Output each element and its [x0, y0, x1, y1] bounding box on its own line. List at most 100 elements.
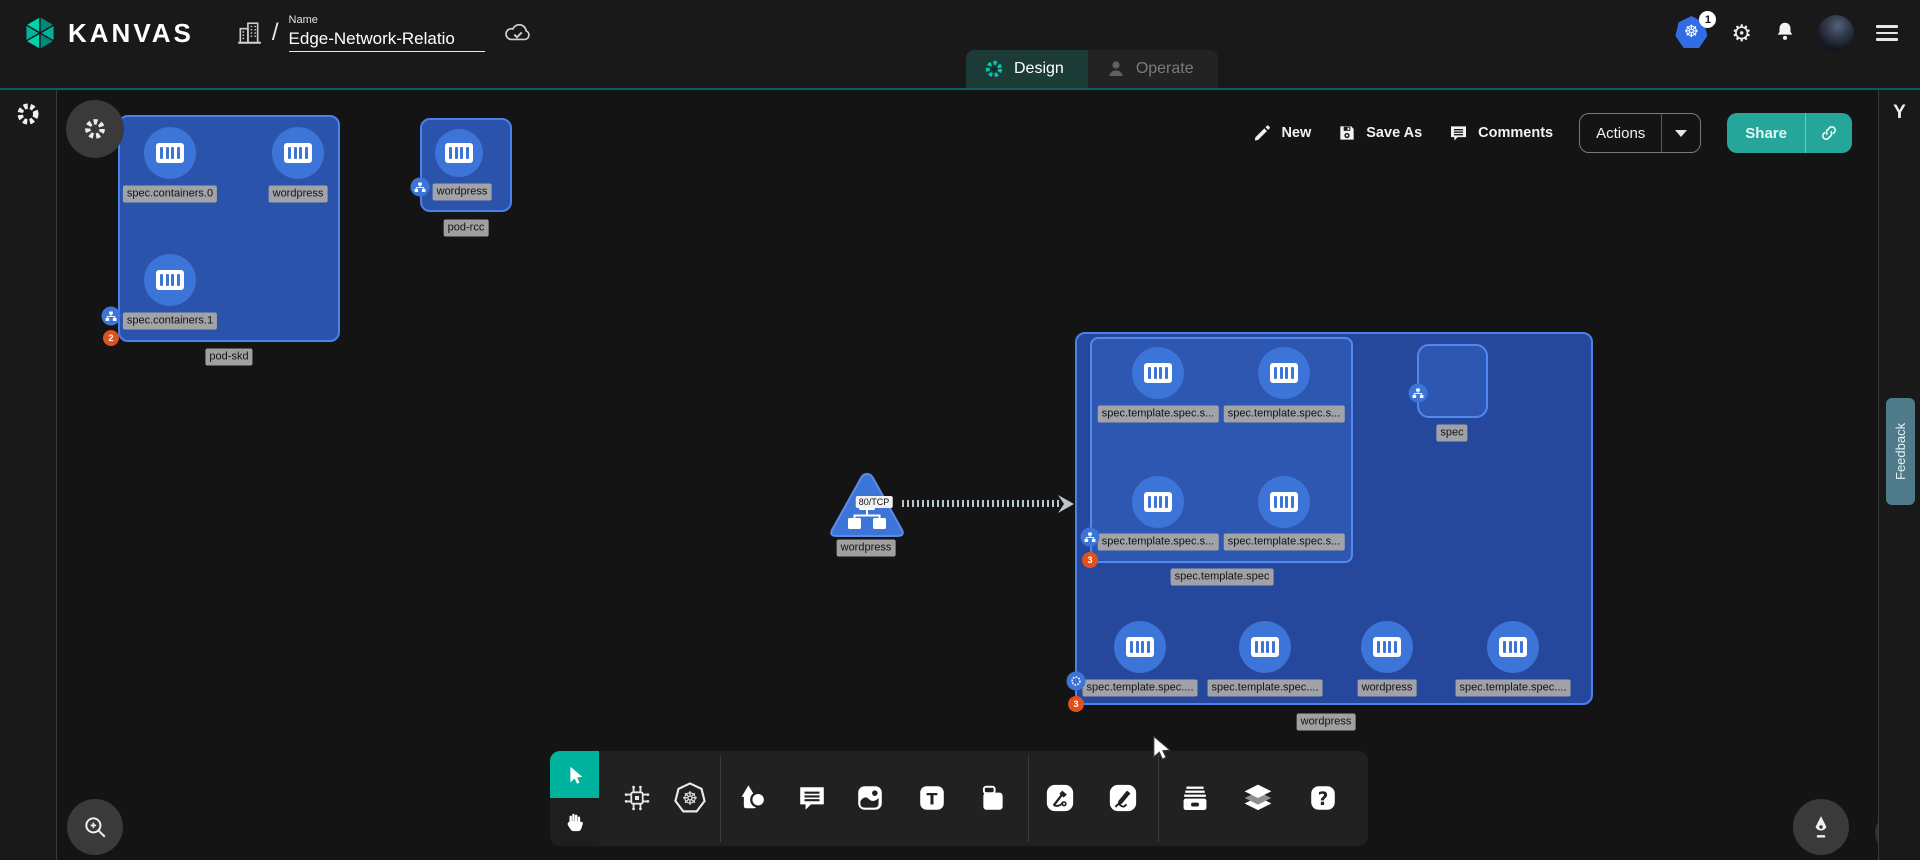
- pod-network-badge-icon[interactable]: [1409, 384, 1428, 403]
- node-label: wordpress: [433, 184, 492, 201]
- container-node[interactable]: [1114, 621, 1166, 673]
- organization-building-icon[interactable]: [236, 20, 262, 46]
- merge-y-icon[interactable]: Y: [1879, 102, 1920, 124]
- error-count-badge[interactable]: 3: [1082, 552, 1098, 568]
- tab-operate[interactable]: Operate: [1088, 50, 1218, 88]
- kanvas-logo[interactable]: KANVAS: [22, 15, 194, 51]
- container-node[interactable]: [272, 127, 324, 179]
- tool-shapes[interactable]: [731, 768, 775, 828]
- container-node[interactable]: [1239, 621, 1291, 673]
- tool-pen[interactable]: [1038, 768, 1082, 828]
- layers-icon: [1241, 781, 1275, 815]
- comments-label: Comments: [1478, 125, 1553, 141]
- configure-flower-button[interactable]: [66, 100, 124, 158]
- design-spiral-icon: [984, 59, 1004, 79]
- pen-path-icon: [1044, 782, 1076, 814]
- container-node[interactable]: [1132, 347, 1184, 399]
- magnifier-plus-icon: [82, 814, 108, 840]
- container-icon: [156, 270, 184, 290]
- comments-button[interactable]: Comments: [1448, 123, 1553, 143]
- group-spec-template-spec[interactable]: [1090, 337, 1353, 563]
- pod-network-badge-icon[interactable]: [411, 178, 430, 197]
- container-node[interactable]: [1258, 476, 1310, 528]
- actions-button[interactable]: Actions: [1580, 114, 1662, 152]
- error-count-badge[interactable]: 2: [103, 330, 119, 346]
- node-spec[interactable]: [1417, 344, 1488, 418]
- container-node[interactable]: [435, 129, 483, 177]
- tool-pan[interactable]: [550, 798, 599, 846]
- floppy-icon: [1337, 123, 1357, 143]
- design-name-field[interactable]: Name: [289, 14, 485, 52]
- design-name-label: Name: [289, 14, 485, 26]
- tool-image[interactable]: [848, 768, 892, 828]
- group-label: pod-skd: [205, 349, 252, 366]
- text-icon: T: [917, 783, 947, 813]
- cloud-saved-icon: [503, 20, 533, 46]
- tool-note[interactable]: [971, 768, 1015, 828]
- tool-text[interactable]: T: [910, 768, 954, 828]
- container-node[interactable]: [1487, 621, 1539, 673]
- settings-gear-icon[interactable]: ⚙: [1731, 20, 1752, 47]
- caret-down-icon: [1675, 130, 1687, 137]
- user-avatar[interactable]: [1818, 15, 1854, 51]
- feedback-tab[interactable]: Feedback: [1886, 398, 1915, 505]
- edge-arrowhead-icon: [1056, 494, 1076, 514]
- tab-design[interactable]: Design: [966, 50, 1088, 88]
- share-button[interactable]: Share: [1727, 113, 1806, 153]
- app-header: KANVAS / Name: [0, 0, 1920, 90]
- tool-layers[interactable]: [1236, 768, 1280, 828]
- container-node[interactable]: [1258, 347, 1310, 399]
- tool-comment[interactable]: [790, 768, 834, 828]
- toolbar-divider: [1028, 755, 1029, 842]
- deployment-badge-icon[interactable]: [1067, 672, 1086, 691]
- tab-design-label: Design: [1014, 60, 1064, 78]
- operate-person-icon: [1106, 59, 1126, 79]
- edge-port-label[interactable]: 80/TCP: [856, 496, 893, 508]
- menu-icon[interactable]: [1876, 25, 1898, 41]
- node-label: spec.containers.0: [123, 186, 217, 203]
- container-node[interactable]: [1132, 476, 1184, 528]
- node-label: wordpress: [269, 186, 328, 203]
- tool-kubernetes[interactable]: ☸: [668, 768, 712, 828]
- tool-components[interactable]: [615, 768, 659, 828]
- save-as-button[interactable]: Save As: [1337, 123, 1422, 143]
- group-label: spec.template.spec: [1171, 569, 1274, 586]
- container-node[interactable]: [1361, 621, 1413, 673]
- container-icon: [1251, 637, 1279, 657]
- copy-link-button[interactable]: [1806, 113, 1852, 153]
- tool-help[interactable]: ?: [1301, 768, 1345, 828]
- node-label: spec.template.spec.s...: [1224, 406, 1345, 423]
- node-label: wordpress: [1358, 680, 1417, 697]
- save-as-label: Save As: [1366, 125, 1422, 141]
- comment-icon: [1448, 123, 1469, 143]
- container-node[interactable]: [144, 254, 196, 306]
- group-label: wordpress: [1297, 714, 1356, 731]
- tool-drawer[interactable]: [1173, 768, 1217, 828]
- svg-text:?: ?: [1318, 789, 1329, 810]
- meshery-spinner-icon[interactable]: [16, 102, 40, 131]
- hand-icon: [564, 811, 586, 833]
- toolbar-divider: [720, 755, 721, 842]
- pod-network-badge-icon[interactable]: [102, 307, 121, 326]
- pod-network-badge-icon[interactable]: [1081, 528, 1100, 547]
- actions-dropdown-button[interactable]: [1662, 114, 1700, 152]
- container-icon: [1373, 637, 1401, 657]
- comment-icon: [797, 783, 827, 813]
- whiteboarding-button[interactable]: [1793, 799, 1849, 855]
- tool-select[interactable]: [550, 751, 599, 798]
- container-node[interactable]: [144, 127, 196, 179]
- share-split-button: Share: [1727, 113, 1852, 153]
- design-name-input[interactable]: [289, 27, 485, 52]
- kanvas-app: KANVAS / Name: [0, 0, 1920, 860]
- edge-line[interactable]: [902, 500, 1060, 507]
- kubernetes-context-switcher[interactable]: ☸ 1: [1675, 16, 1709, 50]
- brand-wordmark: KANVAS: [68, 18, 194, 49]
- kanvas-hexagon-icon: [22, 15, 58, 51]
- node-label: spec.template.spec....: [1083, 680, 1198, 697]
- tool-pencil[interactable]: [1101, 768, 1145, 828]
- notifications-bell-icon[interactable]: [1774, 19, 1796, 48]
- zoom-button[interactable]: [67, 799, 123, 855]
- new-button[interactable]: New: [1252, 123, 1311, 143]
- error-count-badge[interactable]: 3: [1068, 696, 1084, 712]
- container-icon: [156, 143, 184, 163]
